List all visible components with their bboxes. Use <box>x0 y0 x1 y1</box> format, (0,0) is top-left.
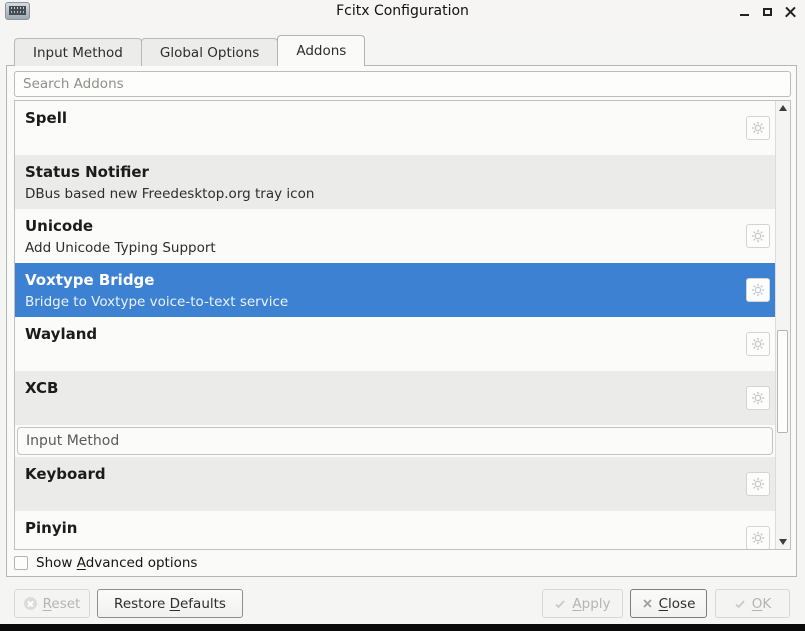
arrow-down-icon <box>779 539 787 545</box>
apply-button[interactable]: Apply <box>542 589 623 618</box>
configure-addon-button[interactable] <box>746 386 770 410</box>
tab-addons[interactable]: Addons <box>277 35 365 66</box>
addon-name: Wayland <box>25 325 735 344</box>
cross-icon <box>642 598 653 609</box>
configure-addon-button[interactable] <box>746 278 770 302</box>
addon-name: Voxtype Bridge <box>25 271 735 290</box>
scroll-up-button[interactable] <box>776 101 790 115</box>
addon-list: Spell Status Notifier DBus based new Fre… <box>14 100 791 550</box>
addon-description: DBus based new Freedesktop.org tray icon <box>25 186 735 203</box>
addon-name: Unicode <box>25 217 735 236</box>
addon-row-wayland[interactable]: Wayland <box>15 317 775 371</box>
minimize-icon <box>740 14 749 16</box>
addon-row-keyboard[interactable]: Keyboard <box>15 457 775 511</box>
scrollbar-thumb[interactable] <box>777 330 788 433</box>
close-dialog-button[interactable]: Close <box>630 589 707 618</box>
gear-icon <box>751 477 765 491</box>
maximize-icon <box>763 8 772 16</box>
titlebar: Fcitx Configuration <box>0 0 805 23</box>
addon-row-spell[interactable]: Spell <box>15 101 775 155</box>
addon-name: Spell <box>25 109 735 128</box>
tab-input-method[interactable]: Input Method <box>14 38 142 66</box>
close-icon <box>785 6 796 17</box>
configure-addon-button[interactable] <box>746 472 770 496</box>
scroll-down-button[interactable] <box>776 535 790 549</box>
gear-icon <box>751 391 765 405</box>
configure-addon-button[interactable] <box>746 526 770 550</box>
configure-addon-button[interactable] <box>746 332 770 356</box>
check-icon <box>554 598 566 610</box>
gear-icon <box>751 337 765 351</box>
addon-row-status-notifier[interactable]: Status Notifier DBus based new Freedeskt… <box>15 155 775 209</box>
ok-button[interactable]: OK <box>715 589 790 618</box>
group-header-label: Input Method <box>26 433 119 449</box>
arrow-up-icon <box>779 105 787 111</box>
restore-defaults-button[interactable]: Restore Defaults <box>97 589 243 618</box>
gear-icon <box>751 121 765 135</box>
gear-icon <box>751 229 765 243</box>
group-header-input-method: Input Method <box>17 427 773 455</box>
gear-icon <box>751 531 765 545</box>
search-input[interactable] <box>14 71 791 97</box>
addon-row-voxtype-bridge[interactable]: Voxtype Bridge Bridge to Voxtype voice-t… <box>15 263 775 317</box>
addon-name: XCB <box>25 379 735 398</box>
tab-label: Addons <box>296 43 346 59</box>
addon-description: Add Unicode Typing Support <box>25 240 735 257</box>
addon-row-pinyin[interactable]: Pinyin <box>15 511 775 550</box>
reset-button[interactable]: Reset <box>14 589 90 618</box>
reset-icon <box>24 597 37 610</box>
addon-name: Keyboard <box>25 465 735 484</box>
show-advanced-row: Show Advanced options <box>14 554 197 572</box>
configure-addon-button[interactable] <box>746 116 770 140</box>
tab-global-options[interactable]: Global Options <box>141 38 278 66</box>
list-scrollbar[interactable] <box>775 101 790 549</box>
tab-label: Input Method <box>33 45 123 61</box>
addon-name: Pinyin <box>25 519 735 538</box>
configure-addon-button[interactable] <box>746 224 770 248</box>
show-advanced-checkbox[interactable] <box>14 556 28 570</box>
check-icon <box>734 598 746 610</box>
screen-bottom-strip <box>0 624 805 631</box>
maximize-button[interactable] <box>760 5 774 19</box>
show-advanced-label[interactable]: Show Advanced options <box>36 555 197 571</box>
minimize-button[interactable] <box>737 5 751 19</box>
tab-bar: Input Method Global Options Addons <box>14 36 364 66</box>
addon-row-unicode[interactable]: Unicode Add Unicode Typing Support <box>15 209 775 263</box>
tab-label: Global Options <box>160 45 259 61</box>
close-button[interactable] <box>783 5 797 19</box>
addon-row-xcb[interactable]: XCB <box>15 371 775 425</box>
gear-icon <box>751 283 765 297</box>
window-title: Fcitx Configuration <box>0 3 805 19</box>
addon-description: Bridge to Voxtype voice-to-text service <box>25 294 735 311</box>
addon-name: Status Notifier <box>25 163 735 182</box>
